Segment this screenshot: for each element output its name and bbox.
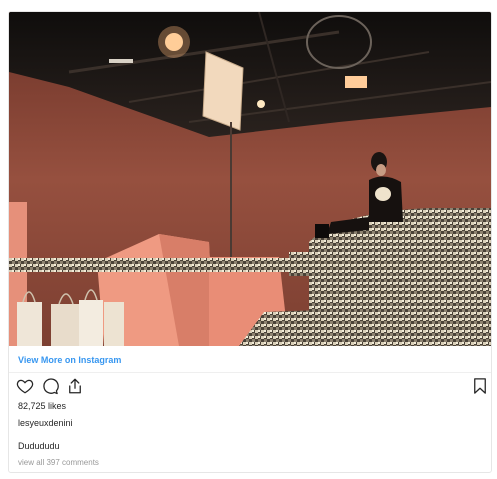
post-caption: Dudududu — [18, 441, 60, 451]
heart-icon[interactable] — [16, 377, 34, 395]
view-more-on-instagram-link[interactable]: View More on Instagram — [18, 355, 121, 365]
post-actions-bar — [16, 377, 486, 397]
username-link[interactable]: lesyeuxdenini — [18, 418, 73, 428]
comment-icon[interactable] — [41, 377, 59, 395]
likes-count[interactable]: 82,725 likes — [18, 401, 66, 411]
post-photo[interactable] — [9, 12, 491, 346]
divider — [9, 372, 491, 373]
share-icon[interactable] — [66, 377, 84, 395]
view-all-comments-link[interactable]: view all 397 comments — [18, 458, 99, 467]
bookmark-icon[interactable] — [471, 377, 489, 395]
instagram-embed-card: View More on Instagram 82,725 likes lesy… — [8, 11, 492, 473]
post-photo-illustration — [9, 12, 491, 346]
